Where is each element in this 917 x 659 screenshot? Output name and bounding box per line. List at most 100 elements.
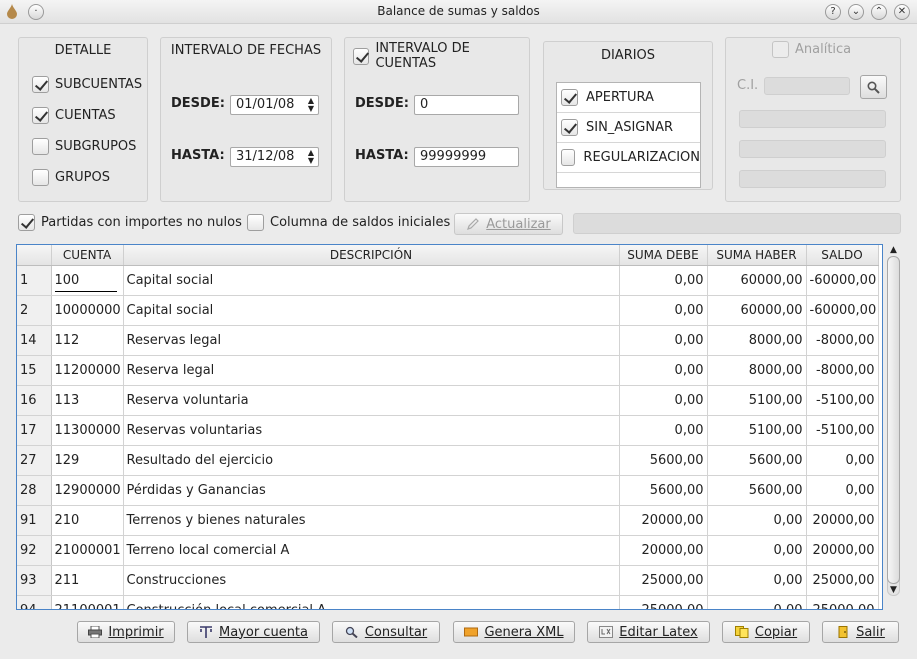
header-descripcion[interactable]: DESCRIPCIÓN <box>123 245 620 266</box>
cell-saldo[interactable]: -60000,00 <box>806 295 879 326</box>
cell-saldo[interactable]: -8000,00 <box>806 355 879 386</box>
cell-haber[interactable]: 5100,00 <box>707 415 807 446</box>
subcuentas-checkbox[interactable] <box>32 76 49 93</box>
cell-descripcion[interactable]: Terreno local comercial A <box>123 535 620 566</box>
header-cuenta[interactable]: CUENTA <box>51 245 124 266</box>
fecha-hasta-spin-icon[interactable]: ▲ ▼ <box>306 149 316 165</box>
initial-balance-option[interactable]: Columna de saldos iniciales <box>247 214 450 231</box>
fecha-desde-spin-icon[interactable]: ▲ ▼ <box>306 97 316 113</box>
diario-sin-asignar[interactable]: SIN_ASIGNAR <box>557 113 700 143</box>
cell-descripcion[interactable]: Pérdidas y Ganancias <box>123 475 620 506</box>
header-saldo[interactable]: SALDO <box>806 245 879 266</box>
cell-saldo[interactable]: -5100,00 <box>806 385 879 416</box>
cell-debe[interactable]: 0,00 <box>619 355 708 386</box>
nonzero-checkbox[interactable] <box>18 214 35 231</box>
cell-haber[interactable]: 0,00 <box>707 505 807 536</box>
maximize-button[interactable]: ⌃ <box>871 4 887 20</box>
table-row[interactable]: 28 12900000 Pérdidas y Ganancias 5600,00… <box>17 475 879 506</box>
cell-descripcion[interactable]: Terrenos y bienes naturales <box>123 505 620 536</box>
apertura-checkbox[interactable] <box>561 89 578 106</box>
cell-cuenta[interactable]: 113 <box>51 385 124 416</box>
cell-cuenta[interactable]: 211 <box>51 565 124 596</box>
cell-haber[interactable]: 5600,00 <box>707 475 807 506</box>
fecha-desde-field[interactable]: 01/01/08 ▲ ▼ <box>230 95 319 115</box>
cell-debe[interactable]: 0,00 <box>619 325 708 356</box>
subcuentas-option[interactable]: SUBCUENTAS <box>32 76 142 93</box>
cell-debe[interactable]: 20000,00 <box>619 535 708 566</box>
cuentas-option[interactable]: CUENTAS <box>32 107 116 124</box>
cell-debe[interactable]: 25000,00 <box>619 595 708 609</box>
cell-saldo[interactable]: 25000,00 <box>806 565 879 596</box>
diarios-list[interactable]: APERTURA SIN_ASIGNAR REGULARIZACION <box>556 82 701 188</box>
grupos-option[interactable]: GRUPOS <box>32 169 110 186</box>
cell-haber[interactable]: 60000,00 <box>707 295 807 326</box>
cuentas-interval-option[interactable]: INTERVALO DE CUENTAS <box>353 41 529 71</box>
table-row[interactable]: 94 21100001 Construcción local comercial… <box>17 595 879 609</box>
table-row[interactable]: 93 211 Construcciones 25000,00 0,00 2500… <box>17 565 879 596</box>
cuenta-hasta-field[interactable]: 99999999 <box>414 147 519 167</box>
scroll-down-icon[interactable]: ▼ <box>887 584 900 596</box>
cell-debe[interactable]: 0,00 <box>619 265 708 296</box>
cell-cuenta[interactable]: 11300000 <box>51 415 124 446</box>
table-row[interactable]: 16 113 Reserva voluntaria 0,00 5100,00 -… <box>17 385 879 416</box>
imprimir-button[interactable]: Imprimir <box>77 621 175 643</box>
cell-cuenta[interactable]: 129 <box>51 445 124 476</box>
nonzero-option[interactable]: Partidas con importes no nulos <box>18 214 242 231</box>
subgrupos-checkbox[interactable] <box>32 138 49 155</box>
diario-apertura[interactable]: APERTURA <box>557 83 700 113</box>
cell-descripcion[interactable]: Capital social <box>123 265 620 296</box>
cell-saldo[interactable]: 20000,00 <box>806 535 879 566</box>
table-row[interactable]: 27 129 Resultado del ejercicio 5600,00 5… <box>17 445 879 476</box>
cuentas-checkbox[interactable] <box>32 107 49 124</box>
ci-field[interactable] <box>764 77 850 95</box>
cell-descripcion[interactable]: Capital social <box>123 295 620 326</box>
close-button[interactable]: ✕ <box>894 4 910 20</box>
regularizacion-checkbox[interactable] <box>561 149 576 166</box>
analitica-option[interactable]: Analítica <box>772 41 851 58</box>
cell-debe[interactable]: 5600,00 <box>619 475 708 506</box>
consultar-button[interactable]: Consultar <box>332 621 440 643</box>
genera-xml-button[interactable]: Genera XML <box>453 621 575 643</box>
table-row[interactable]: 2 10000000 Capital social 0,00 60000,00 … <box>17 295 879 326</box>
cell-debe[interactable]: 0,00 <box>619 295 708 326</box>
scroll-thumb[interactable] <box>887 256 900 584</box>
mayor-cuenta-button[interactable]: Mayor cuenta <box>187 621 320 643</box>
cell-haber[interactable]: 8000,00 <box>707 355 807 386</box>
cell-debe[interactable]: 25000,00 <box>619 565 708 596</box>
cell-descripcion[interactable]: Construcciones <box>123 565 620 596</box>
cell-descripcion[interactable]: Reservas legal <box>123 325 620 356</box>
cell-saldo[interactable]: -60000,00 <box>806 265 879 296</box>
cell-cuenta[interactable]: 21100001 <box>51 595 124 609</box>
cell-haber[interactable]: 0,00 <box>707 535 807 566</box>
analitica-checkbox[interactable] <box>772 41 789 58</box>
ci-search-button[interactable] <box>860 75 887 99</box>
cell-saldo[interactable]: 0,00 <box>806 445 879 476</box>
grupos-checkbox[interactable] <box>32 169 49 186</box>
balance-table[interactable]: CUENTA DESCRIPCIÓN SUMA DEBE SUMA HABER … <box>16 244 883 610</box>
cell-haber[interactable]: 0,00 <box>707 565 807 596</box>
cuenta-desde-field[interactable]: 0 <box>414 95 519 115</box>
cell-descripcion[interactable]: Reserva voluntaria <box>123 385 620 416</box>
cell-saldo[interactable]: 0,00 <box>806 475 879 506</box>
cell-saldo[interactable]: -5100,00 <box>806 415 879 446</box>
cell-descripcion[interactable]: Reservas voluntarias <box>123 415 620 446</box>
minimize-button[interactable]: ⌄ <box>848 4 864 20</box>
cell-haber[interactable]: 5600,00 <box>707 445 807 476</box>
cell-cuenta[interactable]: 210 <box>51 505 124 536</box>
cell-haber[interactable]: 60000,00 <box>707 265 807 296</box>
initial-balance-checkbox[interactable] <box>247 214 264 231</box>
copiar-button[interactable]: Copiar <box>722 621 810 643</box>
cell-cuenta[interactable]: 11200000 <box>51 355 124 386</box>
scroll-up-icon[interactable]: ▲ <box>887 244 900 256</box>
update-button[interactable]: Actualizar <box>454 213 563 235</box>
header-suma-haber[interactable]: SUMA HABER <box>707 245 807 266</box>
header-suma-debe[interactable]: SUMA DEBE <box>619 245 708 266</box>
diario-regularizacion[interactable]: REGULARIZACION <box>557 143 700 173</box>
table-scrollbar[interactable]: ▲ ▼ <box>885 244 902 610</box>
cell-descripcion[interactable]: Construcción local comercial A <box>123 595 620 609</box>
cell-cuenta[interactable]: 100 <box>51 265 124 296</box>
cell-cuenta[interactable]: 10000000 <box>51 295 124 326</box>
cell-debe[interactable]: 20000,00 <box>619 505 708 536</box>
table-row[interactable]: 17 11300000 Reservas voluntarias 0,00 51… <box>17 415 879 446</box>
table-row[interactable]: 92 21000001 Terreno local comercial A 20… <box>17 535 879 566</box>
